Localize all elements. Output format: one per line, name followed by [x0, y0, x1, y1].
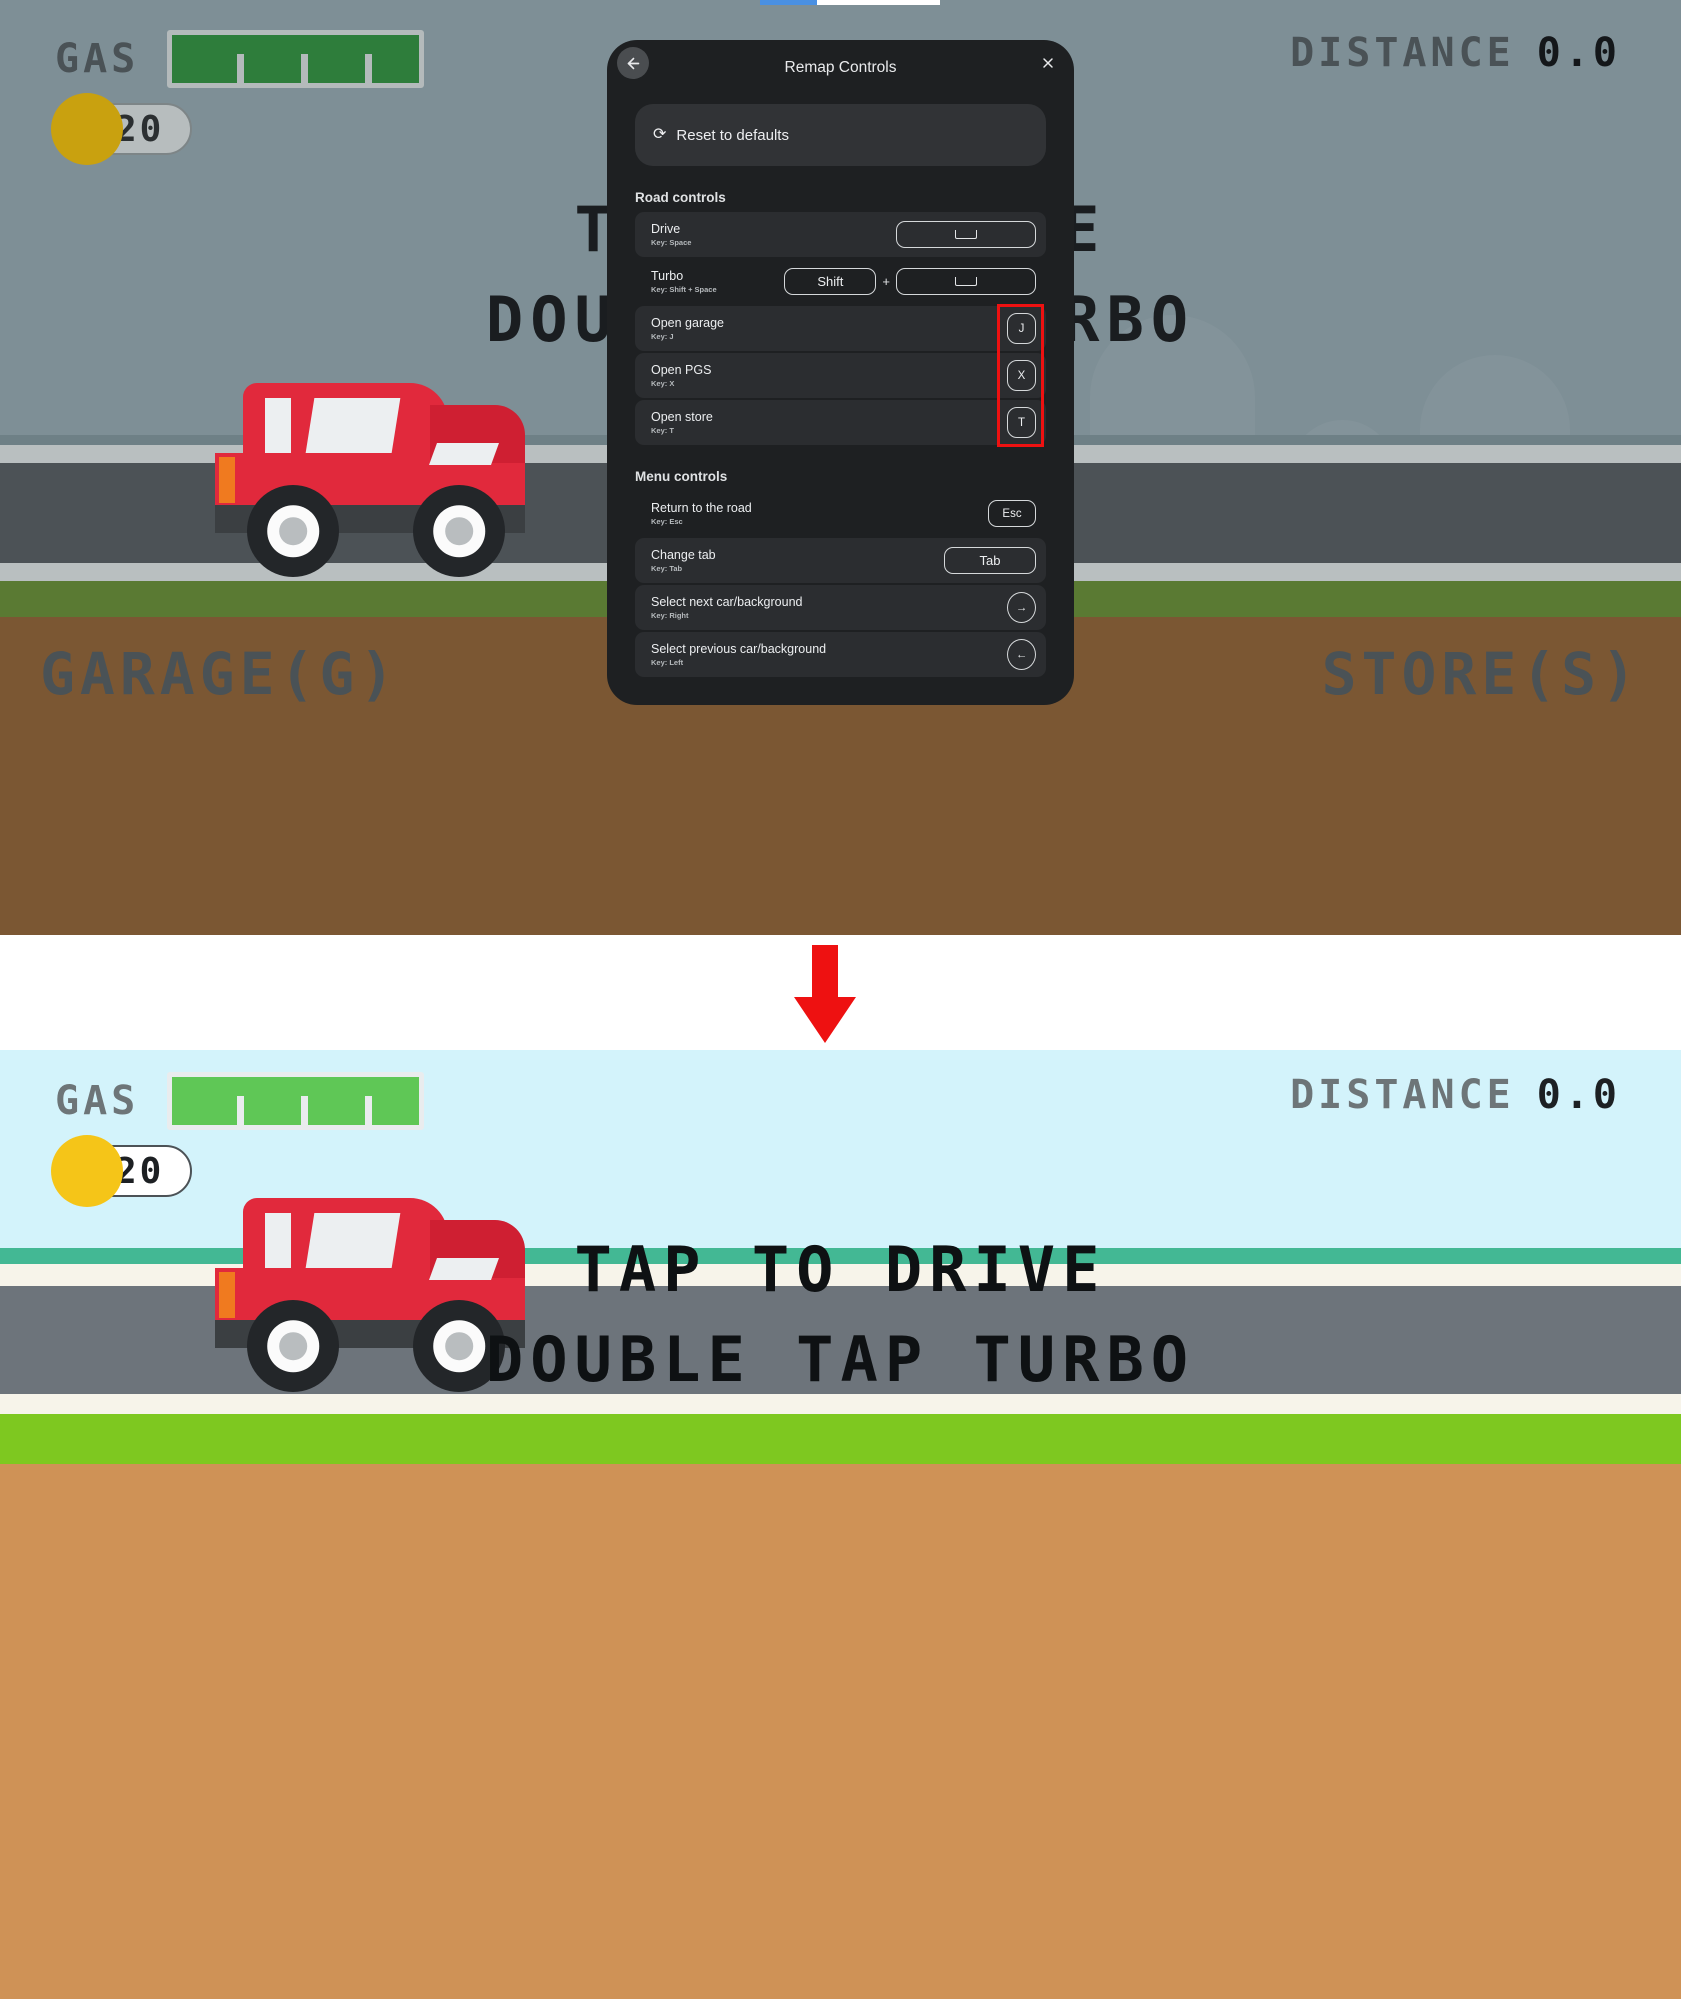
gas-fill	[172, 1077, 420, 1125]
keycap-j[interactable]: J	[1007, 313, 1036, 344]
reset-label: Reset to defaults	[676, 126, 789, 144]
remap-controls-dialog: Remap Controls ⟳ Reset to defaults Road …	[607, 40, 1074, 705]
keycap-highlight-store: T	[997, 398, 1044, 447]
page-progress-bar	[760, 0, 940, 5]
back-icon[interactable]	[617, 47, 649, 79]
close-icon[interactable]	[1032, 47, 1064, 79]
keycap-highlight-pgs: X	[997, 351, 1044, 400]
arrow-right-icon[interactable]: →	[1007, 592, 1036, 623]
dialog-title: Remap Controls	[784, 59, 897, 76]
after-state-panel: GAS 20 DISTANCE 0.0 TAP TO DRIVE DOUBLE T…	[0, 1050, 1681, 1999]
control-name: Select previous car/background	[651, 642, 827, 656]
gas-bar	[167, 1072, 425, 1130]
gas-label: GAS	[55, 1078, 140, 1124]
control-row-change-tab[interactable]: Change tab Key: Tab Tab	[635, 538, 1046, 583]
control-row-prev-car[interactable]: Select previous car/background Key: Left…	[635, 632, 1046, 677]
road-controls-list: Drive Key: Space Turbo Key: Shift + Spac…	[635, 212, 1046, 447]
distance-label: DISTANCE	[1290, 1072, 1515, 1118]
control-key-sub: Key: Shift + Space	[651, 285, 717, 294]
screenshot-root: GAS 20 DISTANCE 0.0 TAP TO DRIVE DOUBLE T…	[0, 0, 1681, 1999]
distance-readout: DISTANCE 0.0	[1290, 1072, 1621, 1118]
space-glyph-icon	[955, 277, 977, 286]
coin-icon	[51, 1135, 123, 1207]
keycap-shift[interactable]: Shift	[784, 268, 877, 295]
control-key-sub: Key: X	[651, 379, 675, 388]
control-name: Select next car/background	[651, 595, 803, 609]
control-name: Turbo	[651, 269, 684, 283]
down-arrow-icon	[785, 945, 865, 1045]
keycap-x[interactable]: X	[1007, 360, 1036, 391]
control-key-sub: Key: Esc	[651, 517, 683, 526]
gas-meter: GAS	[55, 1072, 425, 1130]
control-name: Open PGS	[651, 363, 712, 377]
control-row-next-car[interactable]: Select next car/background Key: Right →	[635, 585, 1046, 630]
control-name: Return to the road	[651, 501, 752, 515]
control-key-sub: Key: Space	[651, 238, 692, 247]
menu-controls-list: Return to the road Key: Esc Esc Change t…	[635, 491, 1046, 677]
control-name: Change tab	[651, 548, 716, 562]
plus-separator: +	[882, 274, 890, 289]
control-key-sub: Key: Right	[651, 611, 689, 620]
control-name: Drive	[651, 222, 681, 236]
keycap-t[interactable]: T	[1007, 407, 1036, 438]
control-row-open-store[interactable]: Open store Key: T T	[635, 398, 1046, 447]
dialog-header: Remap Controls	[607, 40, 1074, 96]
keycap-space[interactable]	[896, 268, 1036, 295]
arrow-left-icon[interactable]: ←	[1007, 639, 1036, 670]
keycap-tab[interactable]: Tab	[944, 547, 1036, 574]
control-key-sub: Key: J	[651, 332, 674, 341]
control-row-open-garage[interactable]: Open garage Key: J J	[635, 304, 1046, 353]
keycap-highlight-garage: J	[997, 304, 1044, 353]
section-title-road: Road controls	[635, 190, 726, 205]
page-progress-fill	[760, 0, 817, 5]
tap-prompt-line2: DOUBLE TAP TURBO	[485, 1322, 1196, 1396]
control-key-sub: Key: T	[651, 426, 674, 435]
coin-counter: 20	[51, 1135, 193, 1207]
keycap-space[interactable]	[896, 221, 1036, 248]
control-row-turbo[interactable]: Turbo Key: Shift + Space Shift +	[635, 259, 1046, 304]
section-title-menu: Menu controls	[635, 469, 728, 484]
space-glyph-icon	[955, 230, 977, 239]
before-state-panel: GAS 20 DISTANCE0.0 TAP TO DRIVE DOUBLE T…	[0, 0, 1681, 935]
tap-prompt: TAP TO DRIVE DOUBLE TAP TURBO	[0, 1225, 1681, 1405]
control-name: Open store	[651, 410, 713, 424]
distance-value: 0.0	[1536, 1072, 1621, 1118]
control-row-drive[interactable]: Drive Key: Space	[635, 212, 1046, 257]
refresh-icon: ⟳	[653, 126, 667, 143]
control-row-open-pgs[interactable]: Open PGS Key: X X	[635, 351, 1046, 400]
control-key-sub: Key: Tab	[651, 564, 683, 573]
control-row-return-road[interactable]: Return to the road Key: Esc Esc	[635, 491, 1046, 536]
control-key-sub: Key: Left	[651, 658, 684, 667]
keycap-esc[interactable]: Esc	[988, 500, 1036, 527]
control-name: Open garage	[651, 316, 724, 330]
tap-prompt-line1: TAP TO DRIVE	[574, 1233, 1107, 1306]
reset-to-defaults-button[interactable]: ⟳ Reset to defaults	[635, 104, 1046, 166]
